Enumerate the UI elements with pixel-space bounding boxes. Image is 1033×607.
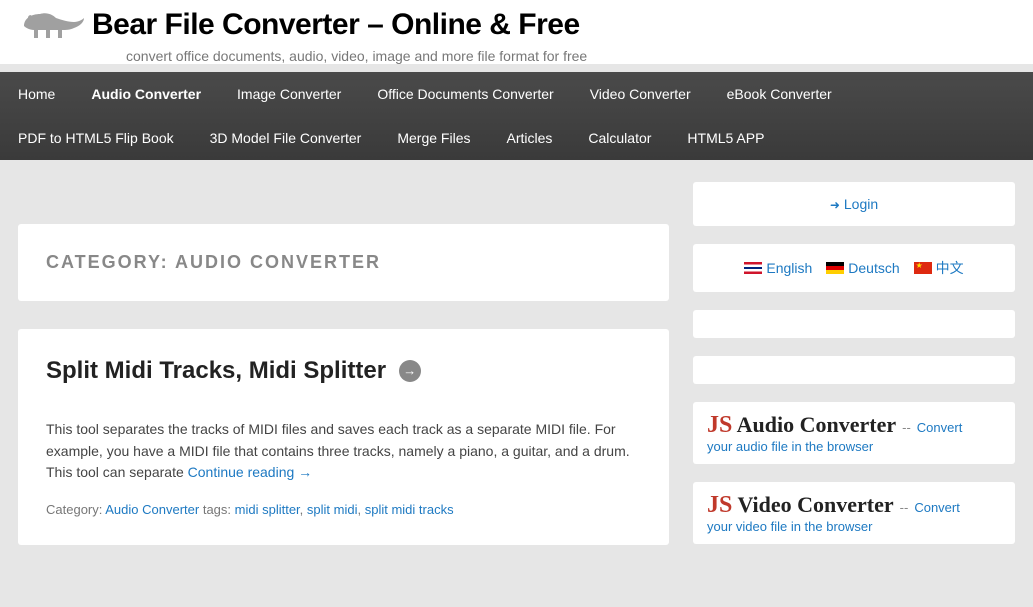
convert-link[interactable]: Convert [917, 420, 963, 435]
main-nav: HomeAudio ConverterImage ConverterOffice… [0, 72, 1033, 160]
article-excerpt: This tool separates the tracks of MIDI f… [46, 419, 641, 484]
nav-item-html5-app[interactable]: HTML5 APP [669, 116, 782, 160]
js-converter-link[interactable]: JS Video Converter [707, 492, 894, 519]
arrow-right-icon[interactable]: → [399, 360, 421, 382]
flag-en-icon [744, 262, 762, 274]
bear-logo [18, 8, 88, 44]
js-converter-card: JS Video Converter--Convertyour video fi… [693, 482, 1015, 544]
nav-item-home[interactable]: Home [0, 72, 73, 116]
nav-item-image-converter[interactable]: Image Converter [219, 72, 359, 116]
nav-item-pdf-to-html5-flip-book[interactable]: PDF to HTML5 Flip Book [0, 116, 192, 160]
article-meta: Category: Audio Converter tags: midi spl… [46, 502, 641, 517]
article-card: Split Midi Tracks, Midi Splitter → This … [18, 329, 669, 545]
nav-item-calculator[interactable]: Calculator [570, 116, 669, 160]
nav-item-video-converter[interactable]: Video Converter [572, 72, 709, 116]
category-header-card: CATEGORY: AUDIO CONVERTER [18, 224, 669, 301]
sidebar-placeholder-1 [693, 310, 1015, 338]
flag-de-icon [826, 262, 844, 274]
article-title[interactable]: Split Midi Tracks, Midi Splitter [46, 357, 386, 385]
language-cn[interactable]: 中文 [914, 258, 964, 278]
tag-link[interactable]: split midi tracks [365, 502, 454, 517]
meta-category-link[interactable]: Audio Converter [105, 502, 199, 517]
nav-item-office-documents-converter[interactable]: Office Documents Converter [359, 72, 571, 116]
site-title[interactable]: Bear File Converter – Online & Free [92, 8, 580, 42]
nav-item-ebook-converter[interactable]: eBook Converter [709, 72, 850, 116]
site-tagline: convert office documents, audio, video, … [126, 48, 1033, 64]
language-en[interactable]: English [744, 258, 812, 278]
language-selector: English Deutsch 中文 [693, 244, 1015, 292]
nav-item-audio-converter[interactable]: Audio Converter [73, 72, 219, 116]
tag-link[interactable]: midi splitter [235, 502, 300, 517]
category-heading: CATEGORY: AUDIO CONVERTER [46, 252, 641, 273]
converter-description: your video file in the browser [707, 519, 1001, 534]
continue-reading-link[interactable]: Continue reading → [188, 464, 313, 480]
converter-description: your audio file in the browser [707, 439, 1001, 454]
js-converter-link[interactable]: JS Audio Converter [707, 412, 896, 439]
sidebar-placeholder-2 [693, 356, 1015, 384]
convert-link[interactable]: Convert [914, 500, 960, 515]
nav-item-merge-files[interactable]: Merge Files [379, 116, 488, 160]
nav-item-3d-model-file-converter[interactable]: 3D Model File Converter [192, 116, 380, 160]
login-icon: ➜ [830, 198, 840, 212]
flag-cn-icon [914, 262, 932, 274]
login-link[interactable]: ➜Login [693, 182, 1015, 226]
js-converter-card: JS Audio Converter--Convertyour audio fi… [693, 402, 1015, 464]
language-de[interactable]: Deutsch [826, 258, 899, 278]
tag-link[interactable]: split midi [307, 502, 358, 517]
nav-item-articles[interactable]: Articles [488, 116, 570, 160]
